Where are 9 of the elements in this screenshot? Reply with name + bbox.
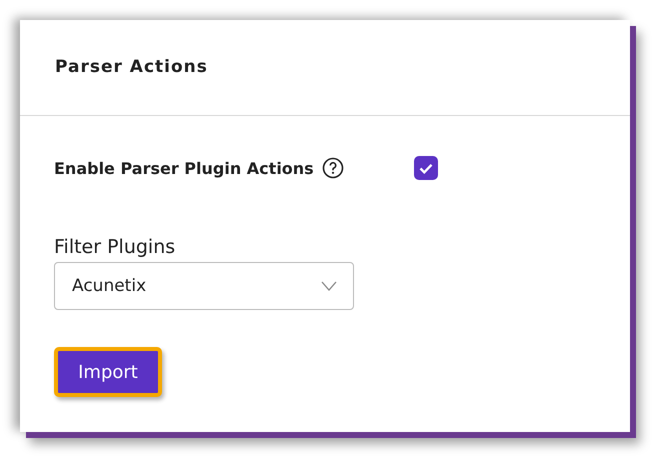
check-icon bbox=[418, 162, 433, 174]
help-icon[interactable] bbox=[322, 157, 344, 179]
plugin-dropdown[interactable]: Acunetix bbox=[54, 262, 354, 310]
enable-checkbox[interactable] bbox=[414, 156, 438, 180]
filter-label: Filter Plugins bbox=[54, 236, 176, 258]
setting-label: Enable Parser Plugin Actions bbox=[54, 158, 314, 178]
chevron-down-icon bbox=[321, 281, 337, 291]
panel-title: Parser Actions bbox=[55, 56, 208, 78]
import-button[interactable]: Import bbox=[54, 347, 162, 397]
